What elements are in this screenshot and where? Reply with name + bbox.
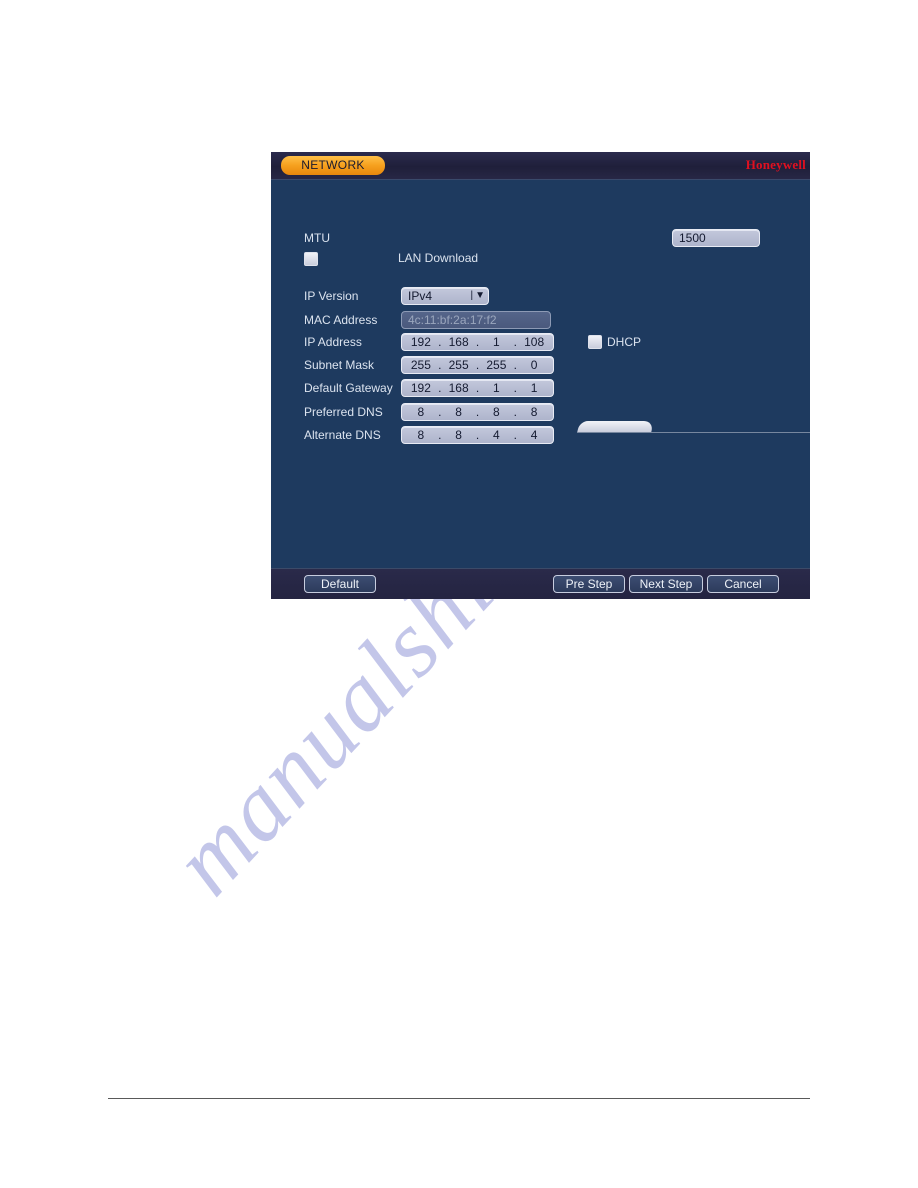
chevron-down-icon: | ▼ — [470, 290, 485, 301]
ip-version-value: IPv4 — [408, 289, 433, 303]
preferred-dns-label: Preferred DNS — [304, 405, 383, 419]
cancel-button[interactable]: Cancel — [707, 575, 779, 593]
default-gateway-dot: . — [438, 381, 442, 395]
lan-download-label: LAN Download — [398, 251, 479, 265]
subnet-mask-label: Subnet Mask — [304, 358, 375, 372]
alternate-dns-dot: . — [438, 428, 442, 442]
alternate-dns-octet-1: 8 — [417, 428, 425, 442]
ip-address-input[interactable]: 192 . 168 . 1 . 108 — [401, 333, 554, 351]
ip-address-octet-4: 108 — [524, 335, 545, 349]
alternate-dns-octet-3: 4 — [493, 428, 500, 442]
default-gateway-octet-3: 1 — [493, 381, 500, 395]
pre-step-button[interactable]: Pre Step — [553, 575, 625, 593]
default-gateway-label: Default Gateway — [304, 381, 393, 395]
dhcp-label: DHCP — [607, 335, 642, 349]
subnet-mask-octet-4: 0 — [530, 358, 538, 372]
dhcp-checkbox[interactable] — [588, 335, 602, 349]
page-title: NETWORK — [281, 156, 385, 175]
ip-version-select[interactable]: IPv4 | ▼ — [401, 287, 489, 305]
mtu-input[interactable]: 1500 — [672, 229, 760, 247]
preferred-dns-dot: . — [438, 405, 442, 419]
mtu-label: MTU — [304, 231, 330, 245]
ip-address-label: IP Address — [304, 335, 362, 349]
default-button[interactable]: Default — [304, 575, 376, 593]
ip-address-dot: . — [475, 335, 480, 349]
settings-form: MTU 1500 LAN Download IP Version IPv4 | ▼… — [271, 180, 810, 568]
alternate-dns-dot: . — [513, 428, 517, 442]
window-footer-bar: Default Pre Step Next Step Cancel — [271, 568, 810, 599]
mac-address-label: MAC Address — [304, 313, 378, 327]
subnet-mask-input[interactable]: 255 . 255 . 255 . 0 — [401, 356, 554, 374]
preferred-dns-octet-2: 8 — [455, 405, 462, 419]
network-settings-window: NETWORK Honeywell MTU 1500 LAN Download … — [271, 152, 810, 599]
preferred-dns-octet-1: 8 — [417, 405, 425, 419]
ip-address-octet-3: 1 — [493, 335, 500, 349]
subnet-mask-dot: . — [438, 358, 442, 372]
preferred-dns-octet-4: 8 — [530, 405, 538, 419]
alternate-dns-dot: . — [475, 428, 480, 442]
window-title-bar: NETWORK Honeywell — [271, 152, 810, 180]
section-divider — [577, 432, 810, 433]
default-gateway-dot: . — [513, 381, 517, 395]
honeywell-logo: Honeywell — [745, 157, 806, 172]
alternate-dns-input[interactable]: 8 . 8 . 4 . 4 — [401, 426, 554, 444]
subnet-mask-dot: . — [475, 358, 480, 372]
alternate-dns-octet-2: 8 — [455, 428, 462, 442]
alternate-dns-octet-4: 4 — [530, 428, 538, 442]
page-footer-divider — [108, 1098, 810, 1099]
ip-version-label: IP Version — [304, 289, 359, 303]
ip-address-dot: . — [438, 335, 442, 349]
default-gateway-dot: . — [475, 381, 480, 395]
default-gateway-octet-2: 168 — [448, 381, 469, 395]
subnet-mask-octet-3: 255 — [486, 358, 507, 372]
lan-download-checkbox[interactable] — [304, 252, 318, 266]
preferred-dns-input[interactable]: 8 . 8 . 8 . 8 — [401, 403, 554, 421]
ip-address-octet-1: 192 — [410, 335, 431, 349]
preferred-dns-dot: . — [475, 405, 480, 419]
preferred-dns-octet-3: 8 — [493, 405, 500, 419]
ip-address-dot: . — [513, 335, 517, 349]
default-gateway-octet-1: 192 — [410, 381, 431, 395]
mac-address-input: 4c:11:bf:2a:17:f2 — [401, 311, 551, 329]
ip-address-octet-2: 168 — [448, 335, 469, 349]
subnet-mask-octet-1: 255 — [410, 358, 431, 372]
preferred-dns-dot: . — [513, 405, 517, 419]
alternate-dns-label: Alternate DNS — [304, 428, 381, 442]
default-gateway-input[interactable]: 192 . 168 . 1 . 1 — [401, 379, 554, 397]
default-gateway-octet-4: 1 — [530, 381, 538, 395]
subnet-mask-dot: . — [513, 358, 517, 372]
subnet-mask-octet-2: 255 — [448, 358, 469, 372]
next-step-button[interactable]: Next Step — [629, 575, 703, 593]
